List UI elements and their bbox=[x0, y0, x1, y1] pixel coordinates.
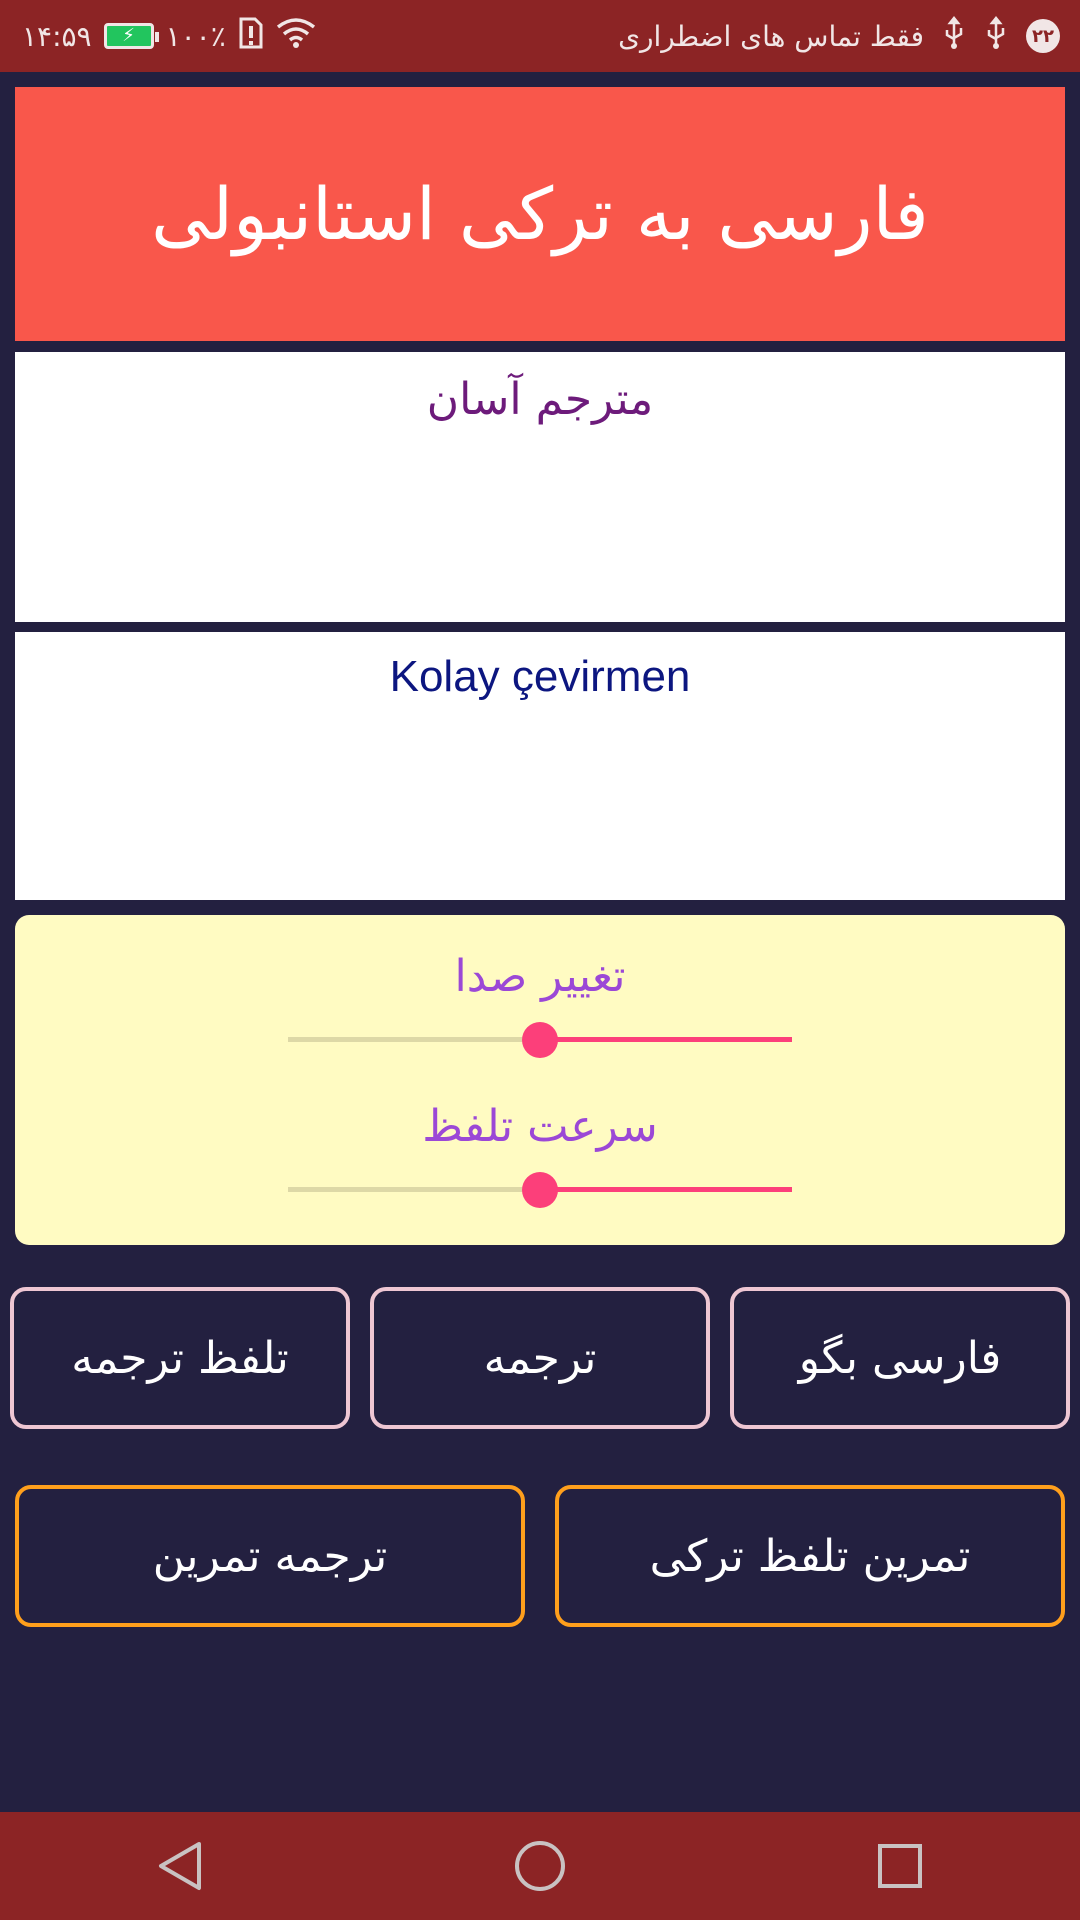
translation-text-panel[interactable]: Kolay çevirmen bbox=[15, 632, 1065, 900]
status-bar-left: ۱۴:۵۹ ⚡ ۱۰۰٪ bbox=[22, 0, 316, 72]
speed-slider-thumb[interactable] bbox=[522, 1172, 558, 1208]
voice-slider-fill bbox=[540, 1037, 792, 1042]
speed-slider-fill bbox=[540, 1187, 792, 1192]
speed-slider[interactable] bbox=[288, 1170, 792, 1210]
app-header: فارسی به ترکی استانبولی bbox=[15, 87, 1065, 341]
recents-icon[interactable] bbox=[840, 1826, 960, 1906]
navigation-bar bbox=[0, 1812, 1080, 1920]
alert-icon bbox=[238, 17, 264, 55]
translation-text: Kolay çevirmen bbox=[389, 652, 691, 701]
carrier-text: فقط تماس های اضطراری bbox=[618, 19, 924, 53]
back-icon[interactable] bbox=[120, 1826, 240, 1906]
app-title: فارسی به ترکی استانبولی bbox=[151, 172, 929, 256]
source-text-panel[interactable]: مترجم آسان bbox=[15, 352, 1065, 622]
wifi-icon bbox=[276, 17, 316, 55]
status-bar: ۱۴:۵۹ ⚡ ۱۰۰٪ فقط تماس های اضطراری ۲۲ bbox=[0, 0, 1080, 72]
source-text: مترجم آسان bbox=[426, 374, 654, 425]
usb-icon bbox=[984, 15, 1008, 56]
speed-label: سرعت تلفظ bbox=[422, 1101, 658, 1152]
battery-icon: ⚡ bbox=[103, 23, 159, 49]
speech-controls-card: تغییر صدا سرعت تلفظ bbox=[15, 915, 1065, 1245]
status-time: ۱۴:۵۹ bbox=[22, 19, 92, 53]
speak-persian-button[interactable]: فارسی بگو bbox=[730, 1287, 1070, 1429]
voice-slider-thumb[interactable] bbox=[522, 1022, 558, 1058]
notification-badge: ۲۲ bbox=[1026, 19, 1060, 53]
status-bar-right: فقط تماس های اضطراری ۲۲ bbox=[618, 0, 1060, 72]
voice-label: تغییر صدا bbox=[454, 951, 626, 1002]
voice-slider[interactable] bbox=[288, 1020, 792, 1060]
practice-translation-button[interactable]: ترجمه تمرین bbox=[15, 1485, 525, 1627]
home-icon[interactable] bbox=[480, 1826, 600, 1906]
translate-button[interactable]: ترجمه bbox=[370, 1287, 710, 1429]
pronounce-translation-button[interactable]: تلفظ ترجمه bbox=[10, 1287, 350, 1429]
battery-percent: ۱۰۰٪ bbox=[165, 19, 226, 53]
practice-turkish-pronunciation-button[interactable]: تمرین تلفظ ترکی bbox=[555, 1485, 1065, 1627]
usb-icon bbox=[942, 15, 966, 56]
